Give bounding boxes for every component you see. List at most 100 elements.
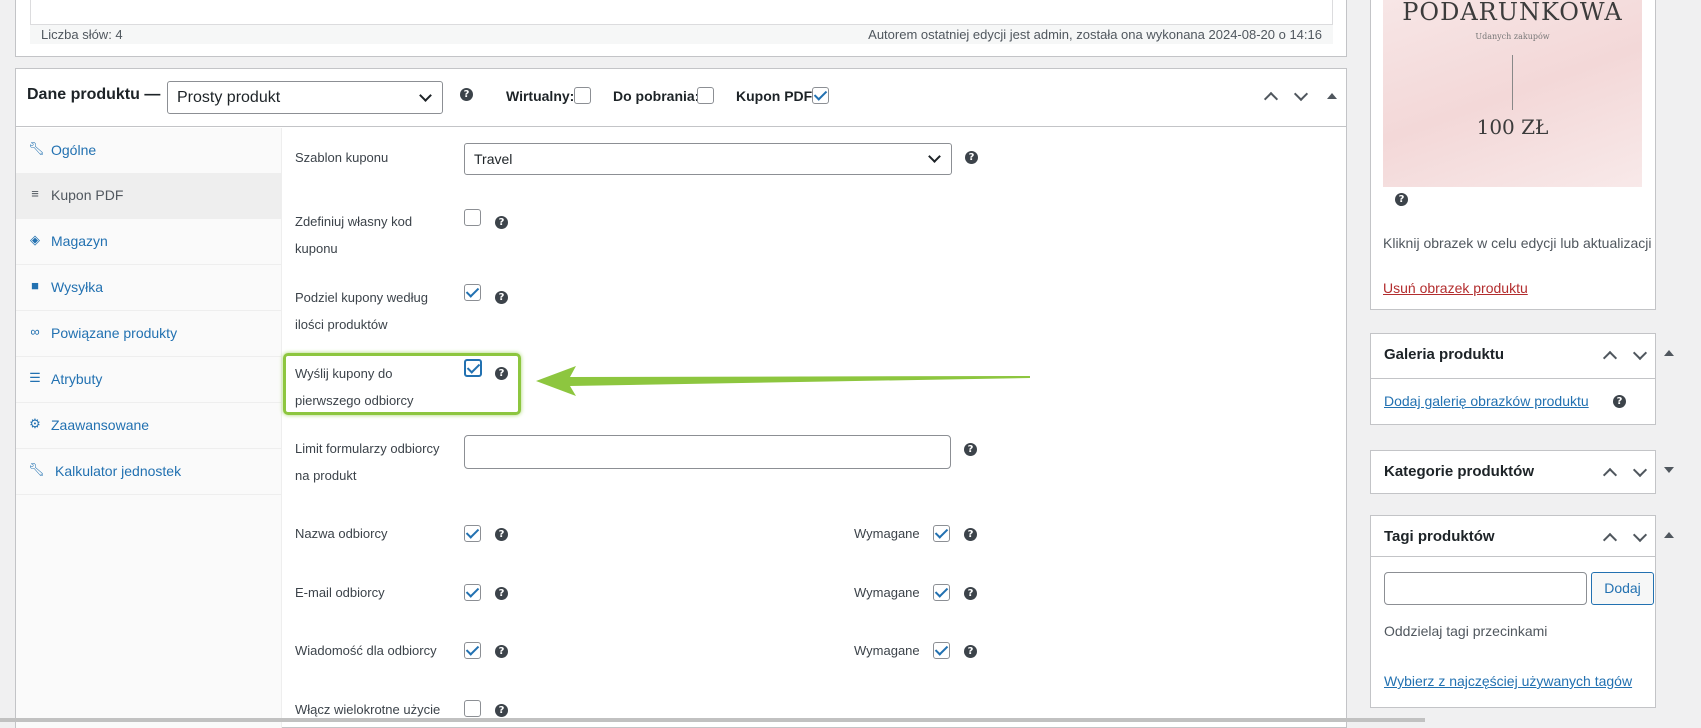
wrench-icon: 🔧︎ [28,141,45,156]
add-tag-button[interactable]: Dodaj [1591,572,1654,605]
collapse-toggle-icon[interactable] [1327,93,1337,99]
tab-label: Kalkulator jednostek [55,463,182,479]
tab-label: Ogólne [51,142,97,158]
tags-title: Tagi produktów [1384,528,1495,545]
collapse-toggle-icon[interactable] [1664,532,1674,538]
help-icon[interactable]: ? [495,528,508,541]
send-first-checkbox[interactable] [464,359,482,377]
tab-attributes[interactable]: ☰ Atrybuty [16,357,281,403]
remove-image-link[interactable]: Usuń obrazek produktu [1383,280,1528,296]
link-icon: ∞ [30,324,40,339]
tags-hint: Oddzielaj tagi przecinkami [1384,623,1548,639]
gallery-title: Galeria produktu [1384,346,1505,363]
image-subtitle: Udanych zakupów [1475,32,1550,41]
recipient-name-required-checkbox[interactable] [933,525,950,542]
help-icon[interactable]: ? [964,645,977,658]
tab-shipping[interactable]: ■ Wysyłka [16,265,281,311]
tab-label: Zaawansowane [51,417,150,433]
tab-unit-calculator[interactable]: 🔧︎ Kalkulator jednostek [16,449,281,495]
horizontal-scrollbar[interactable] [0,718,1425,722]
required-label: Wymagane [854,526,920,541]
tab-label: Powiązane produkty [51,325,178,341]
collapse-toggle-icon[interactable] [1664,350,1674,356]
template-value: Travel [474,151,513,167]
word-count: Liczba słów: 4 [41,27,123,42]
help-icon[interactable]: ? [964,528,977,541]
image-title: PODARUNKOWA [1402,0,1623,26]
image-hint: Kliknij obrazek w celu edycji lub aktual… [1383,235,1652,251]
help-icon[interactable]: ? [964,587,977,600]
tab-general[interactable]: 🔧︎ Ogólne [16,128,281,174]
help-icon[interactable]: ? [495,587,508,600]
tab-label: Kupon PDF [51,187,124,203]
product-image[interactable]: PODARUNKOWA Udanych zakupów 100 ZŁ [1383,0,1642,187]
image-divider [1512,55,1513,110]
categories-title: Kategorie produktów [1384,463,1535,480]
recipient-name-checkbox[interactable] [464,525,481,542]
tags-input[interactable] [1384,572,1587,605]
last-edit-info: Autorem ostatniej edycji jest admin, zos… [868,27,1322,42]
chevron-down-icon [928,150,941,163]
help-icon[interactable]: ? [1613,395,1626,408]
help-icon[interactable]: ? [495,367,508,380]
pdf-coupon-label: Kupon PDF: [736,88,817,104]
recipient-email-required-checkbox[interactable] [933,584,950,601]
wrench-icon: 🔧︎ [28,462,45,477]
tab-label: Magazyn [51,233,108,249]
limit-label: Limit formularzy odbiorcy na produkt [295,441,440,483]
tab-pdf-coupon[interactable]: ≡ Kupon PDF [16,173,281,219]
tab-label: Wysyłka [51,279,103,295]
template-select[interactable]: Travel [464,143,952,175]
multi-use-checkbox[interactable] [464,700,481,717]
help-icon[interactable]: ? [495,216,508,229]
divider [1371,378,1655,379]
help-icon[interactable]: ? [965,151,978,164]
pdf-coupon-checkbox[interactable] [812,87,829,104]
recipient-message-required-checkbox[interactable] [933,642,950,659]
tab-inventory[interactable]: ◈ Magazyn [16,219,281,265]
recipient-message-label: Wiadomość dla odbiorcy [295,643,437,658]
annotation-arrow [536,366,1030,396]
recipient-message-checkbox[interactable] [464,642,481,659]
downloadable-checkbox[interactable] [697,87,714,104]
help-icon[interactable]: ? [495,291,508,304]
help-icon[interactable]: ? [495,704,508,717]
ticket-icon: ≡ [31,186,39,201]
help-icon[interactable]: ? [460,88,473,101]
editor-status-bar: Liczba słów: 4 Autorem ostatniej edycji … [30,24,1333,44]
help-icon[interactable]: ? [1395,193,1408,206]
gear-icon: ⚙︎ [29,416,41,431]
tag-icon: ◈ [30,232,40,247]
recipient-email-checkbox[interactable] [464,584,481,601]
help-icon[interactable]: ? [964,443,977,456]
virtual-checkbox[interactable] [574,87,591,104]
image-price: 100 ZŁ [1476,115,1549,139]
product-data-title: Dane produktu — [27,86,161,103]
list-icon: ☰ [29,370,41,385]
custom-code-checkbox[interactable] [464,209,481,226]
template-label: Szablon kuponu [295,150,389,165]
limit-input[interactable] [464,435,951,469]
tab-advanced[interactable]: ⚙︎ Zaawansowane [16,403,281,449]
virtual-label: Wirtualny: [506,88,575,104]
downloadable-label: Do pobrania: [613,88,700,104]
recipient-email-label: E-mail odbiorcy [295,585,385,600]
required-label: Wymagane [854,643,920,658]
product-type-value: Prosty produkt [177,89,281,106]
send-first-label: Wyślij kupony do pierwszego odbiorcy [295,366,414,408]
recipient-name-label: Nazwa odbiorcy [295,526,388,541]
custom-code-label: Zdefiniuj własny kod kuponu [295,214,413,256]
split-coupons-label: Podziel kupony według ilości produktów [295,290,428,332]
split-coupons-checkbox[interactable] [464,284,481,301]
required-label: Wymagane [854,585,920,600]
product-type-select[interactable]: Prosty produkt [167,81,443,114]
tab-label: Atrybuty [51,371,103,387]
chevron-down-icon [419,89,432,102]
truck-icon: ■ [31,278,39,293]
help-icon[interactable]: ? [495,645,508,658]
add-gallery-link[interactable]: Dodaj galerię obrazków produktu [1384,393,1589,409]
tab-linked-products[interactable]: ∞ Powiązane produkty [16,311,281,357]
product-data-tabs: 🔧︎ Ogólne ≡ Kupon PDF ◈ Magazyn ■ Wysyłk… [16,128,282,728]
expand-toggle-icon[interactable] [1664,467,1674,473]
most-used-tags-link[interactable]: Wybierz z najczęściej używanych tagów [1384,673,1632,689]
